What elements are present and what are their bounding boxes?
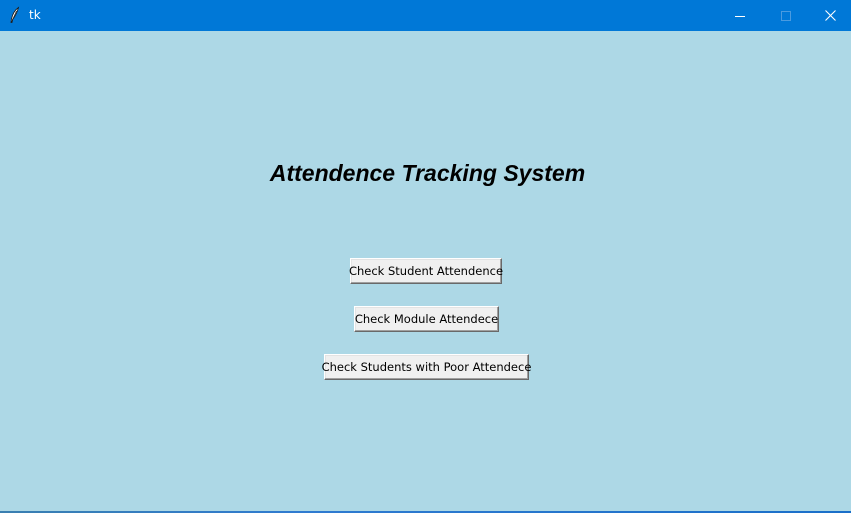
close-button[interactable] bbox=[807, 0, 851, 31]
app-window: tk Attendence Tracking System Check Stud… bbox=[0, 0, 851, 513]
close-icon bbox=[824, 10, 836, 21]
window-title: tk bbox=[29, 8, 41, 22]
tk-feather-icon bbox=[9, 6, 21, 24]
check-poor-attendance-button[interactable]: Check Students with Poor Attendece bbox=[322, 354, 531, 380]
check-module-attendance-button[interactable]: Check Module Attendece bbox=[354, 306, 499, 332]
main-content: Attendence Tracking System Check Student… bbox=[0, 31, 851, 513]
minimize-button[interactable] bbox=[717, 0, 763, 31]
maximize-icon bbox=[781, 10, 791, 21]
title-bar[interactable]: tk bbox=[0, 0, 851, 31]
check-student-attendance-button[interactable]: Check Student Attendence bbox=[349, 258, 503, 284]
maximize-button bbox=[763, 0, 809, 31]
page-title: Attendence Tracking System bbox=[269, 160, 586, 186]
minimize-icon bbox=[735, 11, 745, 21]
